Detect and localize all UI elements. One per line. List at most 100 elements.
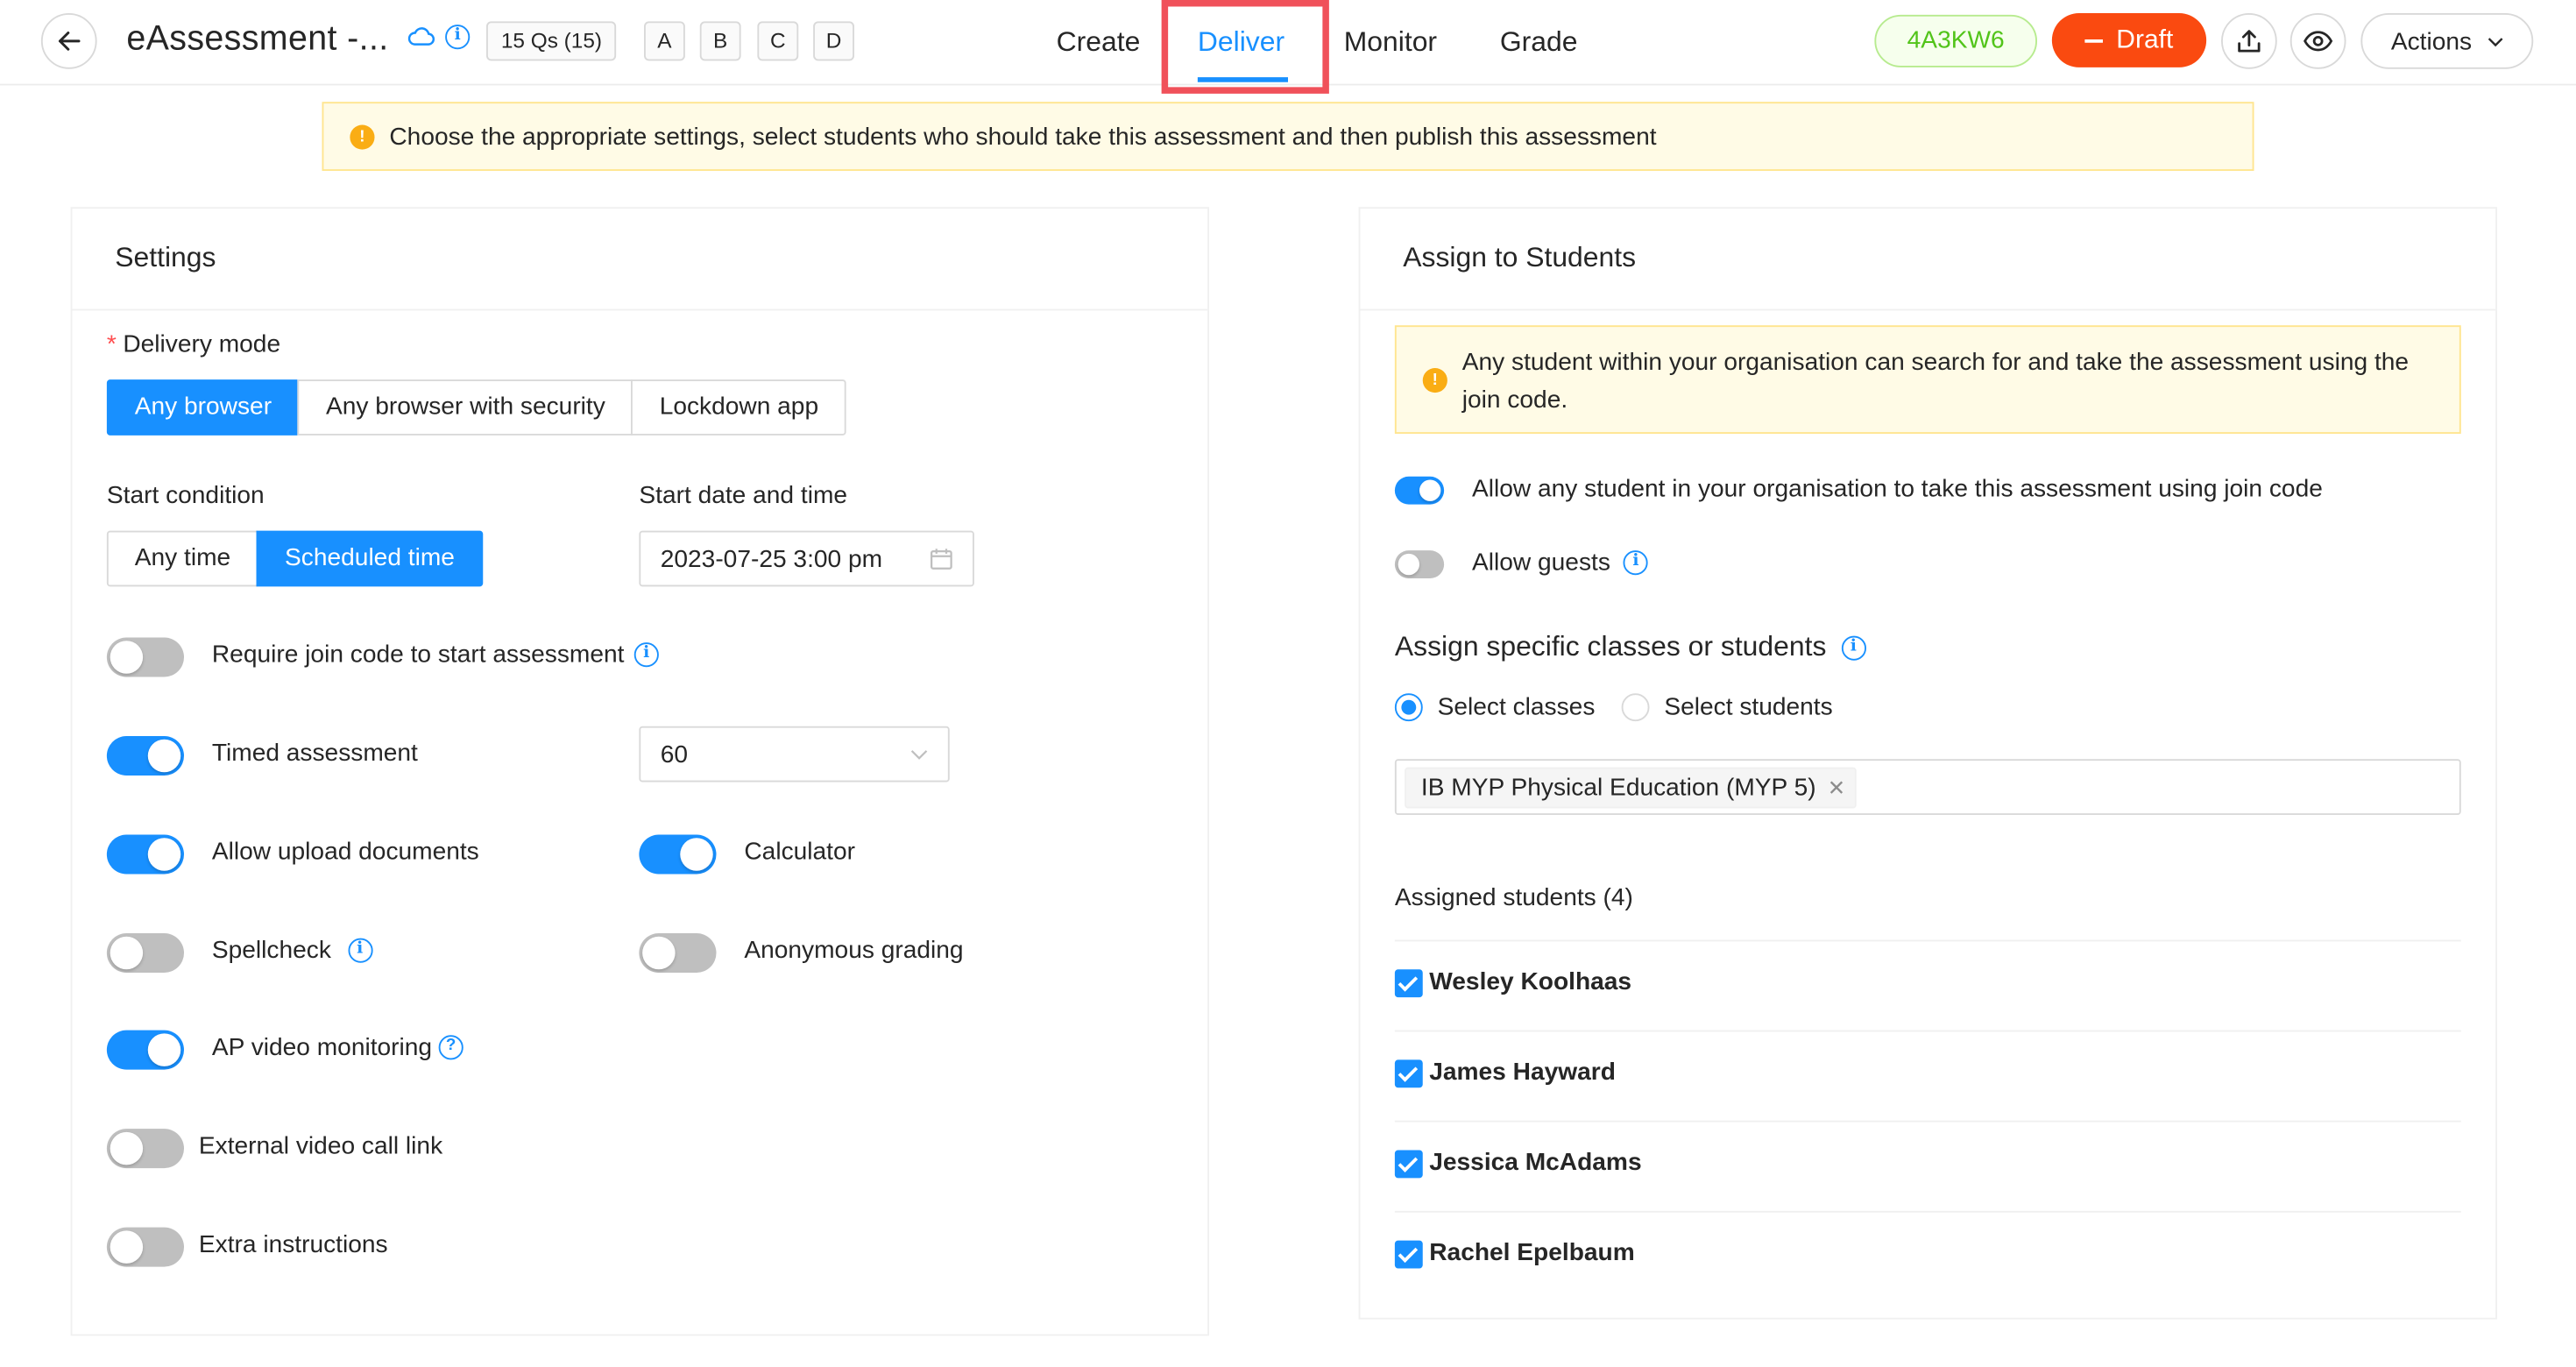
tab-create[interactable]: Create [1057, 26, 1141, 60]
highlight-box [1161, 0, 1329, 94]
upload-icon [2238, 30, 2261, 53]
require-join-code-toggle[interactable] [106, 637, 184, 677]
student-checkbox[interactable] [1394, 1240, 1423, 1269]
specific-assign-heading-row: Assign specific classes or students i [1395, 631, 1866, 664]
settings-title: Settings [72, 209, 1208, 311]
allow-any-student-label: Allow any student in your organisation t… [1472, 474, 2323, 503]
select-classes-label[interactable]: Select classes [1438, 693, 1596, 721]
info-icon[interactable]: i [1623, 550, 1649, 576]
draft-status-button[interactable]: Draft [2051, 13, 2207, 67]
info-icon[interactable]: i [633, 642, 659, 668]
chevron-down-icon [910, 750, 928, 760]
start-condition-scheduled[interactable]: Scheduled time [257, 530, 483, 587]
select-classes-radio[interactable] [1394, 693, 1423, 722]
publish-button[interactable] [2221, 13, 2277, 69]
spellcheck-toggle[interactable] [106, 933, 184, 973]
calculator-toggle[interactable] [639, 834, 717, 875]
student-row: James Hayward [1394, 1030, 2461, 1121]
allow-upload-label: Allow upload documents [211, 838, 479, 867]
spellcheck-label: Spellcheck [211, 936, 331, 965]
require-join-code-label: Require join code to start assessment [211, 641, 625, 669]
back-button[interactable] [40, 13, 97, 69]
start-datetime-value: 2023-07-25 3:00 pm [660, 544, 883, 573]
anonymous-grading-toggle[interactable] [639, 933, 717, 973]
questions-count-badge: 15 Qs (15) [486, 21, 617, 61]
ap-video-label: AP video monitoring [211, 1033, 433, 1062]
anonymous-grading-label: Anonymous grading [744, 936, 964, 965]
external-video-label: External video call link [198, 1131, 443, 1160]
info-icon[interactable]: i [1841, 634, 1866, 660]
student-checkbox[interactable] [1394, 1059, 1423, 1088]
version-a-button[interactable]: A [644, 21, 685, 61]
external-video-toggle[interactable] [106, 1129, 184, 1169]
warning-icon: ! [350, 124, 375, 149]
require-join-code-row: Require join code to start assessment i [212, 641, 659, 669]
eye-icon [2304, 31, 2333, 52]
timed-assessment-label: Timed assessment [211, 739, 418, 768]
draft-label: Draft [2116, 25, 2174, 53]
ap-video-row: AP video monitoring ? [212, 1033, 464, 1061]
start-datetime-label: Start date and time [639, 481, 848, 510]
minus-icon [2084, 39, 2104, 42]
join-code-notice: ! Any student within your organisation c… [1394, 325, 2461, 434]
student-name: Rachel Epelbaum [1429, 1238, 1635, 1267]
delivery-mode-any-browser[interactable]: Any browser [106, 379, 300, 436]
close-icon[interactable]: ✕ [1828, 769, 1845, 807]
extra-instructions-toggle[interactable] [106, 1227, 184, 1267]
allow-upload-toggle[interactable] [106, 834, 184, 875]
time-limit-select[interactable]: 60 [639, 726, 950, 783]
tab-grade[interactable]: Grade [1500, 26, 1578, 60]
cloud-icon [407, 27, 435, 46]
start-datetime-picker[interactable]: 2023-07-25 3:00 pm [639, 530, 974, 587]
preview-button[interactable] [2289, 13, 2346, 69]
student-name: Jessica McAdams [1429, 1148, 1642, 1177]
student-name: James Hayward [1429, 1058, 1616, 1087]
student-name: Wesley Koolhaas [1429, 967, 1632, 996]
join-code-badge[interactable]: 4A3KW6 [1874, 14, 2037, 67]
notice-text: Any student within your organisation can… [1461, 348, 2410, 414]
instruction-banner: ! Choose the appropriate settings, selec… [322, 102, 2254, 171]
student-checkbox[interactable] [1394, 969, 1423, 998]
student-row: Rachel Epelbaum [1394, 1210, 2461, 1301]
student-row: Wesley Koolhaas [1394, 939, 2461, 1031]
delivery-mode-label: * Delivery mode [106, 329, 281, 358]
tab-monitor[interactable]: Monitor [1344, 26, 1437, 60]
student-row: Jessica McAdams [1394, 1120, 2461, 1211]
info-icon[interactable]: i [347, 938, 372, 963]
allow-any-student-toggle[interactable] [1394, 476, 1445, 505]
actions-label: Actions [2390, 26, 2473, 55]
top-header: eAssessment -... i 15 Qs (15) A B C D Cr… [0, 0, 2576, 94]
info-icon[interactable]: i [445, 25, 471, 50]
specific-assign-heading: Assign specific classes or students [1394, 631, 1827, 662]
spellcheck-row: Spellcheck i [212, 937, 372, 965]
warning-icon: ! [1422, 368, 1447, 393]
delivery-mode-selector: Any browser Any browser with security Lo… [106, 379, 846, 436]
delivery-mode-secure-browser[interactable]: Any browser with security [298, 379, 633, 436]
version-b-button[interactable]: B [699, 21, 741, 61]
student-checkbox[interactable] [1394, 1150, 1423, 1179]
allow-guests-label: Allow guests [1472, 549, 1610, 577]
selected-class-label: IB MYP Physical Education (MYP 5) [1420, 774, 1816, 802]
actions-dropdown[interactable]: Actions [2360, 13, 2534, 69]
app-root: eAssessment -... i 15 Qs (15) A B C D Cr… [0, 0, 2576, 1367]
delivery-mode-lockdown-app[interactable]: Lockdown app [631, 379, 846, 436]
start-condition-any-time[interactable]: Any time [106, 530, 259, 587]
time-limit-value: 60 [660, 740, 689, 768]
calculator-label: Calculator [744, 838, 855, 867]
arrow-left-icon [58, 32, 81, 51]
select-students-radio[interactable] [1621, 693, 1650, 722]
select-students-label[interactable]: Select students [1664, 693, 1832, 721]
ap-video-toggle[interactable] [106, 1030, 184, 1070]
version-d-button[interactable]: D [813, 21, 854, 61]
help-icon[interactable]: ? [438, 1035, 464, 1060]
timed-assessment-toggle[interactable] [106, 736, 184, 776]
chevron-down-icon [2488, 37, 2502, 46]
allow-guests-toggle[interactable] [1394, 550, 1445, 578]
calendar-icon [931, 549, 952, 570]
version-c-button[interactable]: C [757, 21, 799, 61]
allow-guests-row: Allow guests i [1472, 549, 1649, 577]
banner-text: Choose the appropriate settings, select … [389, 122, 1657, 151]
start-condition-label: Start condition [106, 481, 265, 510]
class-select[interactable]: IB MYP Physical Education (MYP 5) ✕ [1394, 759, 2461, 815]
assessment-title[interactable]: eAssessment -... [126, 20, 388, 60]
